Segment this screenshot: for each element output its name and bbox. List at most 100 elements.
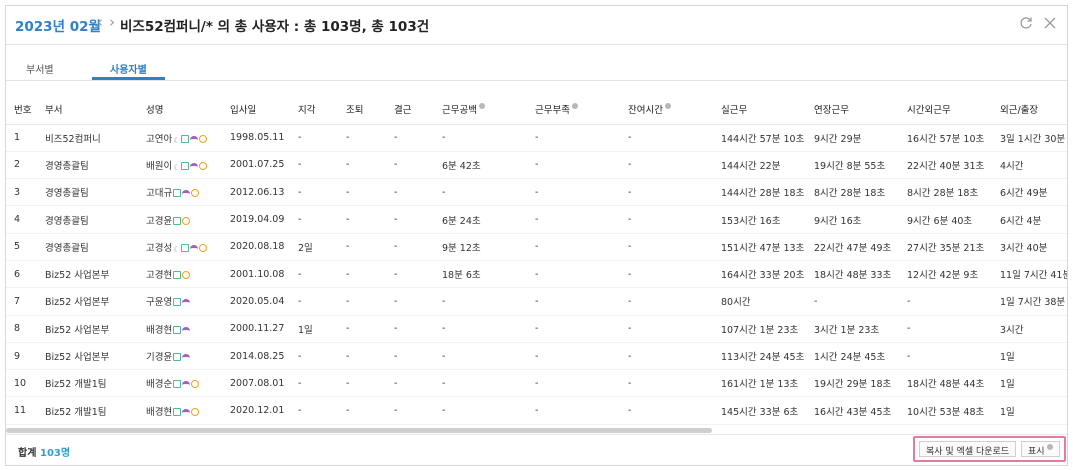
table-row[interactable]: 7 Biz52 사업본부 구윤영 2020.05.04 - - - - - - 80시간 - - 1일 7… [6, 288, 1067, 316]
column-header-label: 입사일 [230, 104, 257, 116]
cell-dept: Biz52 사업본부 [37, 315, 138, 342]
cell-hire: 2020.12.01 [222, 397, 290, 424]
cell-remain: - [620, 288, 713, 315]
cell-value: - [394, 405, 398, 417]
cell-remain: - [620, 397, 713, 424]
cell-absent: - [386, 288, 434, 315]
column-header: 부서 [37, 94, 138, 125]
cell-early: - [338, 124, 386, 151]
table-row[interactable]: 1 비즈52컴퍼니 고연아☾ 1998.05.11 - - - - - - 144시간 57분 10… [6, 124, 1067, 152]
cell-no: 2 [6, 151, 37, 178]
umbrella-icon [182, 299, 191, 306]
display-button[interactable]: 표시 [1021, 441, 1060, 457]
tab-by-department[interactable]: 부서별 [26, 61, 54, 76]
cell-value: 10 [14, 377, 27, 389]
cell-value: 고대규 [146, 188, 173, 200]
moon-icon: ☾ [173, 135, 181, 145]
horizontal-scrollbar[interactable] [6, 428, 712, 433]
cell-hire: 2007.08.01 [222, 370, 290, 397]
cell-value: - [628, 405, 632, 417]
cell-dept: Biz52 개발1팀 [37, 370, 138, 397]
clock-icon [182, 216, 191, 225]
cell-no: 7 [6, 288, 37, 315]
clock-icon [191, 189, 200, 198]
column-header: 성명 [138, 94, 222, 125]
cell-gap: - [434, 342, 527, 369]
cell-value: 19시간 29분 18초 [814, 379, 892, 391]
cell-no: 10 [6, 370, 37, 397]
cell-out: 1일 [992, 342, 1067, 369]
cell-value: - [535, 132, 539, 144]
bag-icon [173, 325, 182, 334]
cell-value: 배경현 [146, 324, 173, 336]
cell-value: 8시간 28분 18초 [814, 188, 886, 200]
table-row[interactable]: 4 경영총괄팀 고경윤 2019.04.09 - - - 6분 24초 - - 153시간 16초 9… [6, 206, 1067, 234]
cell-value: - [394, 350, 398, 362]
period-label: 2023년 02월 [15, 19, 101, 35]
table-row[interactable]: 8 Biz52 사업본부 배경현 2000.11.27 1일 - - - - - 107시간 1분 … [6, 315, 1067, 343]
cell-value: 16시간 57분 10초 [907, 133, 985, 145]
cell-value: - [298, 295, 302, 307]
total-label: 합계 [18, 448, 37, 459]
table-row[interactable]: 10 Biz52 개발1팀 배경순 2007.08.01 - - - - - - 161시간 1분 … [6, 370, 1067, 397]
cell-ext: 9시간 16초 [806, 206, 899, 233]
cell-value: - [535, 377, 539, 389]
cell-absent: - [386, 260, 434, 287]
cell-name: 고경윤 [138, 206, 222, 233]
table-row[interactable]: 5 경영총괄팀 고경성☾ 2020.08.18 2일 - - 9분 12초 - - 151시간 47… [6, 233, 1067, 261]
cell-overtime: 9시간 6분 40초 [899, 206, 992, 233]
cell-value: - [628, 377, 632, 389]
cell-value: 고경성 [146, 242, 173, 254]
cell-value: 6시간 49분 [1000, 188, 1048, 200]
table-row[interactable]: 11 Biz52 개발1팀 배경현 2020.12.01 - - - - - - 145시간 33분… [6, 397, 1067, 425]
cell-short: - [527, 370, 620, 397]
cell-value: - [298, 132, 302, 144]
cell-value: 1일 [1000, 352, 1015, 364]
table-row[interactable]: 9 Biz52 사업본부 기경윤 2014.08.25 - - - - - - 113시간 24분 … [6, 342, 1067, 370]
column-header-label: 연장근무 [814, 104, 849, 116]
cell-overtime: - [899, 288, 992, 315]
close-icon[interactable] [1043, 16, 1057, 30]
cell-value: 2007.08.01 [230, 377, 285, 389]
cell-value: 1일 7시간 38분 [1000, 297, 1066, 309]
table-row[interactable]: 2 경영총괄팀 배원이☾ 2001.07.25 - - - 6분 42초 - - 144시간 22분… [6, 151, 1067, 179]
refresh-icon[interactable] [1019, 16, 1033, 30]
column-header: 결근 [386, 94, 434, 125]
umbrella-icon [190, 244, 199, 252]
cell-short: - [527, 288, 620, 315]
cell-value: - [394, 377, 398, 389]
table-row[interactable]: 3 경영총괄팀 고대규 2012.06.13 - - - - - - 144시간 28분 18초 8시… [6, 179, 1067, 206]
umbrella-icon [190, 135, 199, 143]
clock-icon [182, 271, 191, 280]
clock-icon [191, 407, 200, 416]
cell-short: - [527, 124, 620, 151]
user-summary-panel: 2023년 02월 ‹ › 비즈52컴퍼니/* 의 총 사용자 : 총 103명… [5, 5, 1068, 466]
footer-divider [6, 434, 1067, 435]
table-row[interactable]: 6 Biz52 사업본부 고경현 2001.10.08 - - - 18분 6초 - - 164시간… [6, 260, 1067, 288]
cell-late: 2일 [290, 233, 338, 260]
cell-ext: - [806, 288, 899, 315]
cell-absent: - [386, 124, 434, 151]
cell-overtime: - [899, 315, 992, 342]
cell-short: - [527, 315, 620, 342]
cell-value: - [394, 268, 398, 280]
cell-out: 4시간 [992, 151, 1067, 178]
cell-value: 2000.11.27 [230, 323, 285, 335]
tab-by-user[interactable]: 사용자별 [110, 61, 147, 76]
copy-excel-download-button[interactable]: 복사 및 엑셀 다운로드 [919, 441, 1017, 457]
cell-early: - [338, 260, 386, 287]
cell-value: 9시간 16초 [814, 215, 862, 227]
cell-hire: 2020.05.04 [222, 288, 290, 315]
page-title: 비즈52컴퍼니/* 의 총 사용자 : 총 103명, 총 103건 [120, 19, 430, 35]
cell-value: - [346, 350, 350, 362]
header-divider [6, 44, 1067, 45]
cell-value: 구윤영 [146, 297, 173, 309]
chevron-right-icon[interactable]: › [105, 13, 119, 31]
cell-dept: 경영총괄팀 [37, 206, 138, 233]
cell-ext: 1시간 24분 45초 [806, 342, 899, 369]
cell-value: - [298, 186, 302, 198]
cell-overtime: 22시간 40분 31초 [899, 151, 992, 178]
total-count: 103명 [40, 448, 71, 459]
cell-remain: - [620, 179, 713, 206]
cell-name: 배경순 [138, 370, 222, 397]
